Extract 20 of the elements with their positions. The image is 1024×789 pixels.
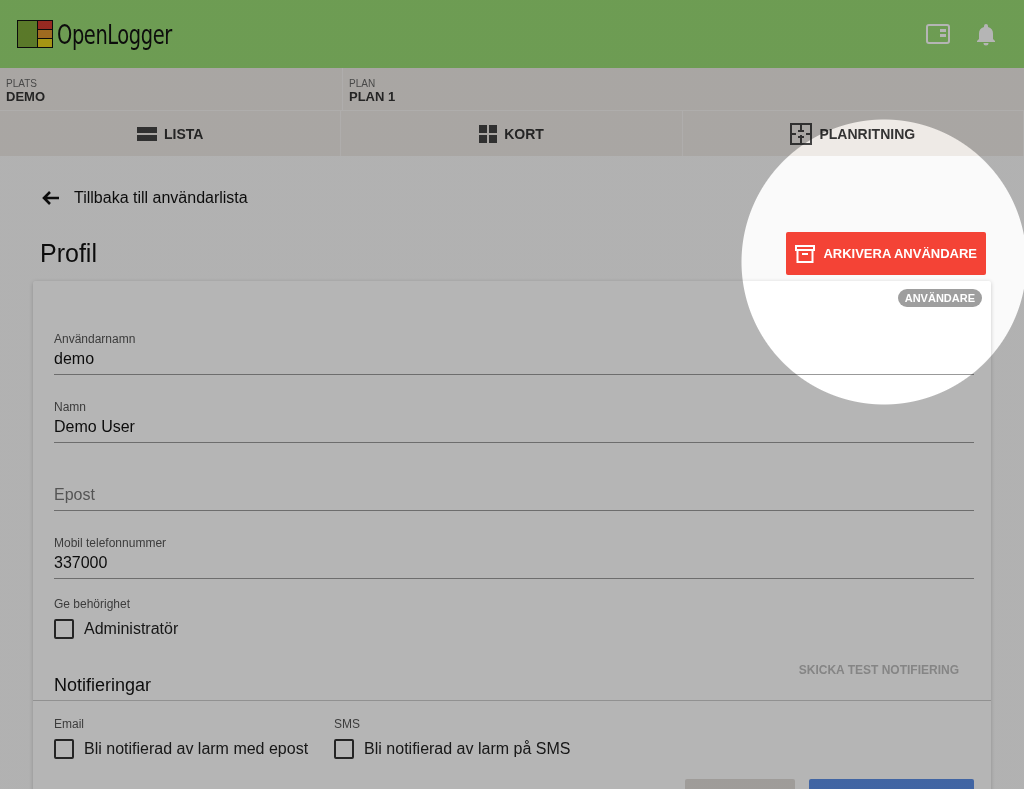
checkbox-label: Bli notifierad av larm på SMS	[364, 740, 571, 758]
back-link[interactable]: Tillbaka till användarlista	[42, 189, 248, 207]
permission-label: Ge behörighet	[54, 597, 132, 611]
checkbox-label: Bli notifierad av larm med epost	[84, 740, 309, 758]
view-tab[interactable]: KORT	[341, 111, 683, 156]
text-field[interactable]: Demo User	[54, 414, 974, 443]
channel-label: SMS	[334, 717, 362, 731]
text-field[interactable]: demo	[54, 346, 974, 375]
checkbox-label: Administratör	[84, 620, 179, 638]
logo-text: OpenLogger	[57, 18, 172, 50]
field-label: Användarnamn	[54, 332, 137, 346]
field-label: Mobil telefonnummer	[54, 536, 168, 550]
channel-label: Email	[54, 717, 85, 731]
page-title: Profil	[40, 239, 97, 268]
section-title: Notifieringar	[54, 675, 152, 696]
text-field[interactable]: 337000	[54, 550, 974, 579]
role-badge: ANVÄNDARE	[897, 289, 982, 307]
archive-user-button[interactable]: ARKIVERA ANVÄNDARE	[786, 232, 986, 275]
text-field[interactable]: Epost	[54, 482, 974, 511]
field-label: Namn	[54, 400, 87, 414]
